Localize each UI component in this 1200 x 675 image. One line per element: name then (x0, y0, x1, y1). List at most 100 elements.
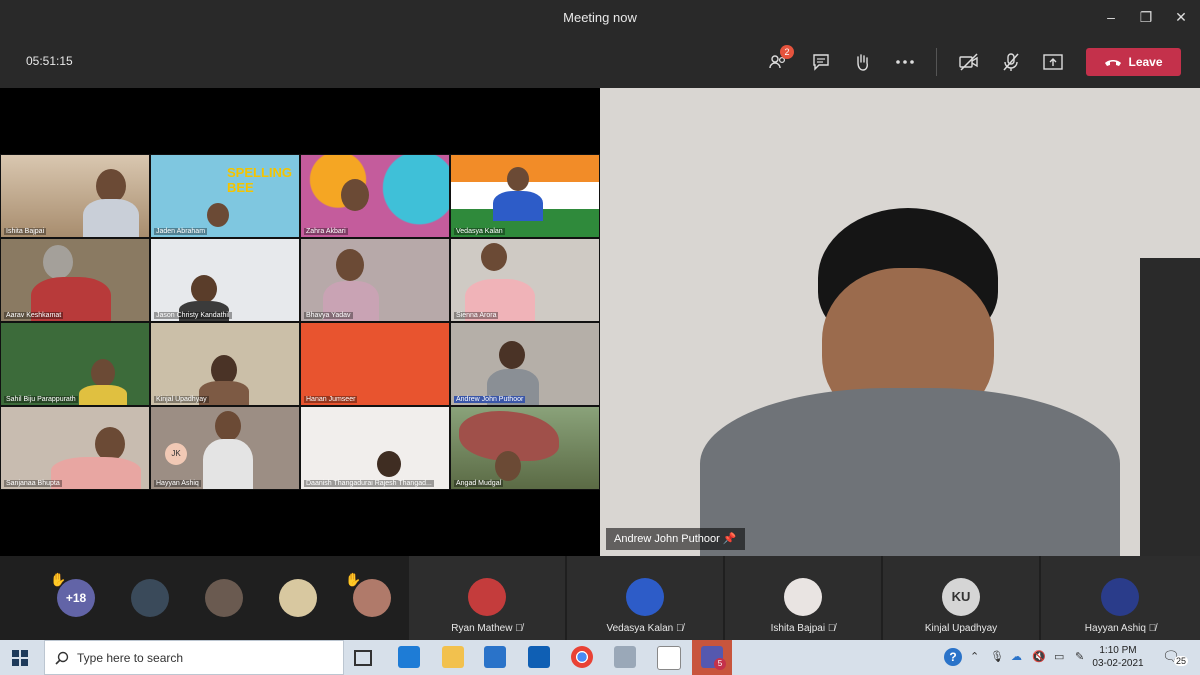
camera-toggle-button[interactable] (958, 51, 980, 73)
video-tile[interactable]: JK Hayyan Ashiq (150, 406, 300, 490)
participant-name: Vedasya Kalan (454, 228, 505, 235)
video-tile[interactable]: Andrew John Puthoor (450, 322, 600, 406)
hand-icon (857, 54, 868, 71)
video-tile[interactable]: Jason Christy Kandathil (150, 238, 300, 322)
video-tile[interactable]: Sienna Arora (450, 238, 600, 322)
video-tile[interactable]: Kinjal Upadhyay (150, 322, 300, 406)
participant-tile[interactable]: Hayyan Ashiq 🎙̸ (1041, 556, 1200, 640)
outlook-icon[interactable] (528, 646, 550, 668)
leave-button[interactable]: Leave (1086, 48, 1181, 76)
participant-name: Kinjal Upadhyay (154, 396, 209, 403)
help-icon[interactable]: ? (944, 648, 962, 666)
gems-app-icon[interactable] (657, 646, 681, 670)
avatar (1101, 578, 1139, 616)
share-screen-button[interactable] (1042, 51, 1064, 73)
taskbar-search[interactable]: Type here to search (44, 640, 344, 675)
windows-taskbar: Type here to search 5 ? ⌃ 🎙 ☁ 🔇 ▭ ✎ 1:10… (0, 640, 1200, 675)
share-tray-icon (1043, 54, 1063, 70)
camera-off-icon (959, 53, 978, 71)
chevron-up-icon[interactable]: ⌃ (970, 650, 979, 663)
maximize-button[interactable]: ❐ (1137, 8, 1155, 26)
microphone-icon[interactable]: 🎙 (990, 650, 1004, 663)
participant-tile[interactable]: Ryan Mathew 🎙̸ (409, 556, 565, 640)
keyboard-icon[interactable]: ✎ (1075, 650, 1084, 663)
participant-name: Kinjal Upadhyay (924, 623, 998, 634)
video-tile[interactable]: Sanjanaa Bhupta (0, 406, 150, 490)
search-icon (55, 651, 69, 665)
meeting-toolbar: 05:51:15 2 Leave (0, 34, 1200, 88)
more-actions-button[interactable] (894, 51, 916, 73)
video-tile[interactable]: Bhavya Yadav (300, 238, 450, 322)
avatar (626, 578, 664, 616)
mic-off-icon: 🎙̸ (1148, 623, 1157, 634)
raised-hand-icon: ✋ (345, 572, 362, 587)
video-tile[interactable]: Zahra Akbari (300, 154, 450, 238)
participant-name: Vedasya Kalan (606, 623, 674, 634)
participant-name: Bhavya Yadav (304, 312, 353, 319)
window-title: Meeting now (563, 10, 637, 25)
avatar[interactable] (131, 579, 169, 617)
participant-name: Sahil Biju Parappurath (4, 396, 78, 403)
pin-icon: 📌 (722, 533, 737, 545)
file-explorer-icon[interactable] (442, 646, 464, 668)
teams-taskbar-button[interactable]: 5 (692, 640, 732, 675)
task-view-icon[interactable] (354, 650, 372, 666)
participant-tile[interactable]: Ishita Bajpai 🎙̸ (725, 556, 881, 640)
windows-start-icon[interactable] (12, 650, 28, 666)
participants-button[interactable]: 2 (768, 45, 794, 73)
mail-icon[interactable] (484, 646, 506, 668)
participant-tile[interactable]: Vedasya Kalan 🎙̸ (567, 556, 723, 640)
notification-count: 25 (1174, 656, 1189, 666)
minimize-button[interactable]: – (1102, 8, 1120, 26)
mic-off-icon: 🎙̸ (827, 623, 836, 634)
participant-name: Ishita Bajpai (4, 228, 47, 235)
ellipsis-icon (896, 60, 914, 64)
chat-button[interactable] (810, 51, 832, 73)
volume-muted-icon[interactable]: 🔇 (1032, 650, 1046, 663)
participant-name: Hanan Jumseer (304, 396, 358, 403)
cloud-icon[interactable]: ☁ (1011, 650, 1022, 663)
chat-icon (813, 54, 829, 71)
clock-time: 1:10 PM (1099, 645, 1137, 656)
video-tile[interactable]: Daanish Thangadurai Rajesh Thangad... (300, 406, 450, 490)
network-icon[interactable]: ▭ (1054, 650, 1064, 663)
pinned-participant-name: Andrew John Puthoor 📌 (606, 528, 745, 550)
avatar (784, 578, 822, 616)
toolbar-divider (936, 48, 937, 76)
video-tile[interactable]: Ishita Bajpai (0, 154, 150, 238)
raise-hand-button[interactable] (851, 51, 873, 73)
video-tile[interactable]: SPELLING BEE Jaden Abraham (150, 154, 300, 238)
gallery-stage: Ishita Bajpai SPELLING BEE Jaden Abraham… (0, 88, 600, 556)
participants-badge: 2 (780, 45, 794, 59)
pinned-video[interactable] (600, 88, 1200, 556)
mic-off-icon: 🎙̸ (515, 623, 523, 634)
participant-name: Ryan Mathew (451, 623, 513, 634)
leave-label: Leave (1128, 55, 1163, 69)
initials-avatar: KU (942, 578, 980, 616)
raised-hand-icon: ✋ (50, 572, 67, 587)
notification-center-button[interactable]: 🗨 25 (1160, 646, 1196, 670)
video-tile[interactable]: Hanan Jumseer (300, 322, 450, 406)
chrome-icon[interactable] (571, 646, 593, 668)
participant-name: Aarav Keshkamat (4, 312, 64, 319)
video-tile[interactable]: Vedasya Kalan (450, 154, 600, 238)
video-tile[interactable]: Sahil Biju Parappurath (0, 322, 150, 406)
mic-off-icon: 🎙̸ (676, 623, 684, 634)
initials-avatar: JK (165, 443, 187, 465)
search-placeholder: Type here to search (77, 651, 184, 665)
avatar[interactable] (205, 579, 243, 617)
video-tile[interactable]: Aarav Keshkamat (0, 238, 150, 322)
avatar[interactable] (279, 579, 317, 617)
video-tile[interactable]: Angad Mudgal (450, 406, 600, 490)
close-button[interactable]: ✕ (1172, 8, 1190, 26)
participant-name: Daanish Thangadurai Rajesh Thangad... (304, 480, 434, 487)
edge-icon[interactable] (398, 646, 420, 668)
app-icon[interactable] (614, 646, 636, 668)
taskbar-clock[interactable]: 1:10 PM 03-02-2021 (1092, 644, 1144, 670)
tile-banner: SPELLING BEE (227, 165, 293, 195)
teams-badge: 5 (714, 658, 726, 670)
participant-tile[interactable]: KU Kinjal Upadhyay (883, 556, 1039, 640)
mic-toggle-button[interactable] (1000, 51, 1022, 73)
meeting-timer: 05:51:15 (26, 54, 73, 68)
participant-name: Angad Mudgal (454, 480, 504, 487)
